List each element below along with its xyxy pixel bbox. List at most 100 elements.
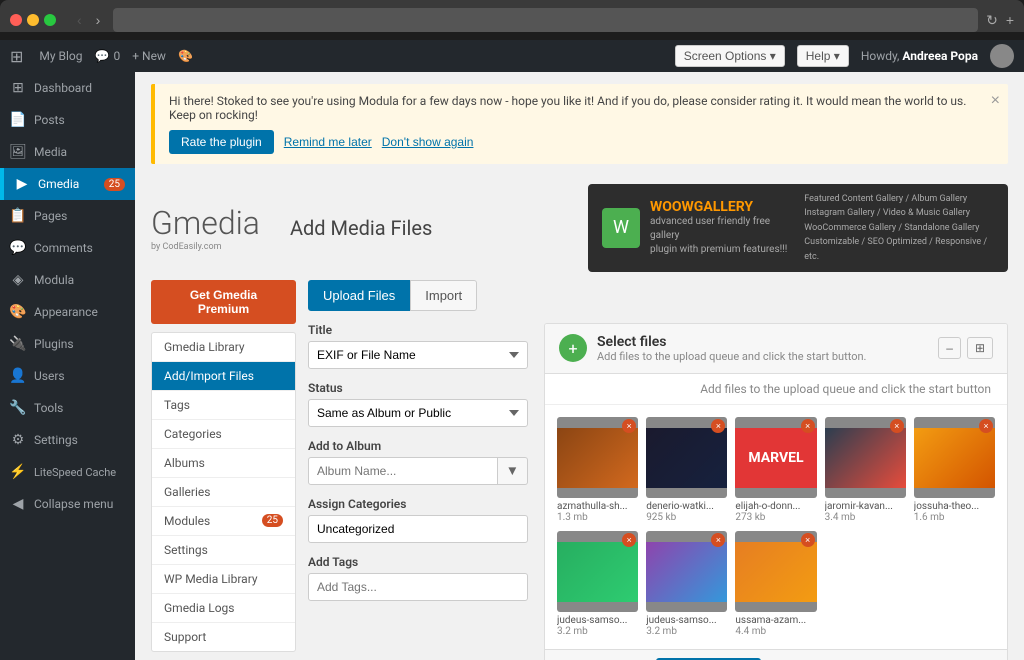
new-tab-button[interactable]: + [1006,12,1014,28]
nav-item-modules[interactable]: Modules 25 [152,507,295,536]
nav-item-galleries[interactable]: Galleries [152,478,295,507]
nav-item-settings[interactable]: Settings [152,536,295,565]
modula-icon: ◈ [10,272,26,288]
sidebar-item-posts[interactable]: 📄 Posts [0,104,135,136]
close-dot[interactable] [10,14,22,26]
rate-plugin-button[interactable]: Rate the plugin [169,130,274,154]
back-button[interactable]: ‹ [72,10,87,30]
sidebar-item-settings[interactable]: ⚙ Settings [0,424,135,456]
sidebar-item-litespeed[interactable]: ⚡ LiteSpeed Cache [0,456,135,488]
nav-item-albums[interactable]: Albums [152,449,295,478]
nav-item-support[interactable]: Support [152,623,295,651]
sidebar-item-gmedia[interactable]: ▶ Gmedia 25 [0,168,135,200]
list-item: × azmathulla-sh... 1.3 mb [557,417,638,523]
queue-actions: – ⊞ [938,337,993,359]
nav-item-categories[interactable]: Categories [152,420,295,449]
sidebar-item-plugins[interactable]: 🔌 Plugins [0,328,135,360]
file-name: judeus-samso... [557,615,638,626]
title-select[interactable]: EXIF or File Name [308,341,528,369]
file-name: denerio-watki... [646,501,727,512]
notification-actions: Rate the plugin Remind me later Don't sh… [169,130,994,154]
nav-link-support[interactable]: Support [152,623,295,651]
nav-item-add-import[interactable]: Add/Import Files [152,362,295,391]
tags-label: Add Tags [308,555,528,569]
upload-footer: 8 files queued ▶ Start Upload 0% 18.5 mb [545,649,1007,660]
file-name: elijah-o-donn... [735,501,816,512]
gmedia-logo: Gmedia by CodEasily.com [151,204,260,252]
sidebar-item-appearance[interactable]: 🎨 Appearance [0,296,135,328]
remind-later-button[interactable]: Remind me later [284,130,372,154]
sidebar-item-users[interactable]: 👤 Users [0,360,135,392]
nav-link-settings[interactable]: Settings [152,536,295,564]
nav-link-logs[interactable]: Gmedia Logs [152,594,295,622]
maximize-dot[interactable] [44,14,56,26]
get-premium-button[interactable]: Get Gmedia Premium [151,280,296,324]
sidebar-item-comments[interactable]: 💬 Comments [0,232,135,264]
file-remove-button[interactable]: × [801,533,815,547]
topbar-new[interactable]: + New [132,49,166,63]
list-item: × judeus-samso... 3.2 mb [557,531,638,637]
address-bar[interactable] [113,8,978,32]
file-remove-button[interactable]: × [801,419,815,433]
nav-item-logs[interactable]: Gmedia Logs [152,594,295,623]
file-remove-button[interactable]: × [890,419,904,433]
album-dropdown-button[interactable]: ▼ [498,457,528,485]
categories-input[interactable] [308,515,528,543]
gmedia-logo-title: Gmedia [151,204,260,242]
status-select[interactable]: Same as Album or Public [308,399,528,427]
tab-import[interactable]: Import [410,280,477,311]
user-avatar [990,44,1014,68]
thumb-img [646,428,727,488]
notification-close-button[interactable]: × [991,92,1000,110]
dont-show-button[interactable]: Don't show again [382,130,474,154]
nav-link-wp-media[interactable]: WP Media Library [152,565,295,593]
wp-logo-icon[interactable]: ⊞ [10,47,23,66]
topbar-site-link[interactable]: My Blog [39,49,82,63]
album-group: Add to Album ▼ [308,439,528,485]
nav-link-albums[interactable]: Albums [152,449,295,477]
sidebar-label-modula: Modula [34,273,74,287]
queue-header-text: Select files Add files to the upload que… [597,334,928,363]
nav-link-add-import[interactable]: Add/Import Files [152,362,295,390]
sidebar-item-modula[interactable]: ◈ Modula [0,264,135,296]
queue-minimize-button[interactable]: – [938,337,961,359]
thumb-img [825,428,906,488]
nav-link-galleries[interactable]: Galleries [152,478,295,506]
tags-group: Add Tags [308,555,528,601]
queue-expand-button[interactable]: ⊞ [967,337,993,359]
nav-item-wp-media[interactable]: WP Media Library [152,565,295,594]
sidebar-item-media[interactable]: 🖼 Media [0,136,135,168]
minimize-dot[interactable] [27,14,39,26]
nav-link-modules[interactable]: Modules 25 [152,507,295,535]
sidebar-item-pages[interactable]: 📋 Pages [0,200,135,232]
nav-link-tags[interactable]: Tags [152,391,295,419]
banner-title: WOOWGALLERY [650,199,794,215]
gmedia-badge: 25 [104,178,125,191]
topbar-comments[interactable]: 💬 0 [95,49,121,63]
select-files-icon[interactable]: + [559,334,587,362]
banner-icon: W [602,208,640,248]
thumb-img [557,542,638,602]
nav-item-library[interactable]: Gmedia Library [152,333,295,362]
sidebar-item-dashboard[interactable]: ⊞ Dashboard [0,72,135,104]
file-remove-button[interactable]: × [979,419,993,433]
thumb-img [557,428,638,488]
nav-link-library[interactable]: Gmedia Library [152,333,295,361]
help-button[interactable]: Help ▾ [797,45,849,67]
topbar-customize[interactable]: 🎨 [178,49,193,63]
sidebar-item-tools[interactable]: 🔧 Tools [0,392,135,424]
title-group: Title EXIF or File Name [308,323,528,369]
nav-link-categories[interactable]: Categories [152,420,295,448]
screen-options-button[interactable]: Screen Options ▾ [675,45,785,67]
tags-input[interactable] [308,573,528,601]
upload-queue-header: + Select files Add files to the upload q… [545,324,1007,374]
sidebar-label-settings: Settings [34,433,78,447]
form-area: Title EXIF or File Name Status Same as A… [308,323,1008,660]
tab-upload-files[interactable]: Upload Files [308,280,410,311]
nav-item-tags[interactable]: Tags [152,391,295,420]
reload-button[interactable]: ↻ [986,12,998,29]
gmedia-main-content: Get Gmedia Premium Gmedia Library Add/Im… [135,280,1024,660]
forward-button[interactable]: › [91,10,106,30]
sidebar-item-collapse[interactable]: ◀ Collapse menu [0,488,135,520]
album-input[interactable] [308,457,498,485]
